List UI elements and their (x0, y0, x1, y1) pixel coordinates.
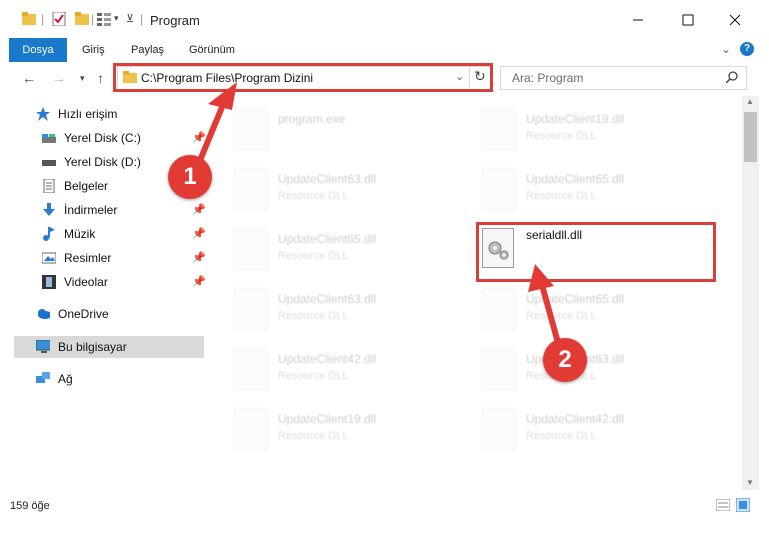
arrow-2-head (528, 264, 554, 292)
step-badge-1: 1 (168, 155, 212, 199)
annotation-arrows (193, 82, 563, 351)
arrow-1-head (208, 82, 237, 110)
step-badge-2: 2 (543, 338, 587, 382)
